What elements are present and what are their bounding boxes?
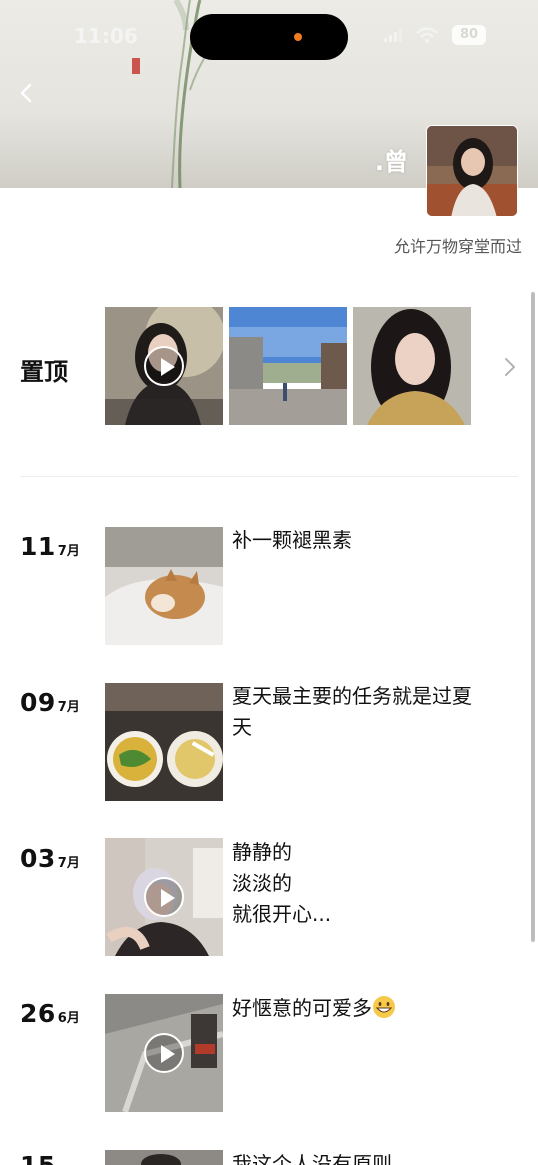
- moment-date: 09 7月: [20, 688, 80, 717]
- signature: 允许万物穿堂而过: [393, 237, 522, 256]
- moment-day: 26: [20, 999, 56, 1028]
- scrollbar[interactable]: [531, 292, 535, 942]
- caption-line: 补一颗褪黑素: [232, 528, 352, 552]
- status-time: 11:06: [74, 24, 138, 48]
- pinned-photo-3: [353, 307, 471, 425]
- cover-name: .曾: [374, 148, 408, 176]
- avatar[interactable]: [426, 125, 518, 217]
- caption-line: 淡淡的: [232, 871, 292, 895]
- wifi-icon: [416, 27, 438, 43]
- seal-stamp: [132, 58, 140, 74]
- moment-month: 7月: [57, 856, 80, 871]
- dynamic-island: [190, 14, 348, 60]
- moment-date: 03 7月: [20, 844, 80, 873]
- chevron-right-icon[interactable]: [500, 356, 520, 378]
- moment-caption[interactable]: 补一颗褪黑素: [232, 525, 502, 556]
- pinned-photo-thumbnail[interactable]: [353, 307, 471, 425]
- caption-line: 就很开心...: [232, 902, 332, 926]
- caption-line: 好惬意的可爱多: [232, 996, 372, 1020]
- play-icon[interactable]: [144, 1033, 184, 1073]
- moment-month: 6月: [57, 1011, 80, 1026]
- moment-video-thumbnail[interactable]: [105, 994, 223, 1112]
- pinned-photo-thumbnail[interactable]: [229, 307, 347, 425]
- divider: [20, 476, 518, 477]
- signal-icon: [384, 28, 402, 42]
- battery-icon: 80: [452, 25, 486, 45]
- pinned-video-thumbnail[interactable]: [105, 307, 223, 425]
- pinned-title: 置顶: [20, 358, 68, 386]
- caption-line: 我这个人没有原则: [232, 1152, 392, 1165]
- moment-caption[interactable]: 我这个人没有原则: [232, 1149, 502, 1165]
- caption-line: 静静的: [232, 840, 292, 864]
- chevron-left-icon[interactable]: [14, 80, 40, 106]
- moment-date: 26 6月: [20, 999, 80, 1028]
- moment-day: 11: [20, 532, 56, 561]
- caption-line: 夏天最主要的任务就是过夏: [232, 684, 472, 708]
- moment-photo-thumbnail[interactable]: [105, 683, 223, 801]
- moment-photo-thumbnail[interactable]: [105, 1150, 223, 1165]
- play-icon[interactable]: [144, 346, 184, 386]
- moment-caption[interactable]: 好惬意的可爱多: [232, 993, 502, 1024]
- avatar-photo: [427, 126, 517, 216]
- moment-date: 15: [20, 1151, 58, 1165]
- pinned-photo-2: [229, 307, 347, 425]
- moment-video-thumbnail[interactable]: [105, 838, 223, 956]
- moment-caption[interactable]: 夏天最主要的任务就是过夏 天: [232, 681, 502, 743]
- moment-date: 11 7月: [20, 532, 80, 561]
- moment-month: 7月: [57, 700, 80, 715]
- moment-photo-thumbnail[interactable]: [105, 527, 223, 645]
- recording-indicator: [294, 33, 302, 41]
- moment-caption[interactable]: 静静的 淡淡的 就很开心...: [232, 837, 502, 930]
- grinning-face-emoji: [373, 996, 395, 1018]
- moment-day: 03: [20, 844, 56, 873]
- caption-line: 天: [232, 715, 252, 739]
- status-icons: 80: [384, 25, 486, 45]
- moment-day: 15: [20, 1151, 56, 1165]
- moment-photo-5: [105, 1150, 223, 1165]
- food-photo: [105, 683, 223, 801]
- moment-month: 7月: [57, 544, 80, 559]
- play-icon[interactable]: [144, 877, 184, 917]
- moment-day: 09: [20, 688, 56, 717]
- dog-photo: [105, 527, 223, 645]
